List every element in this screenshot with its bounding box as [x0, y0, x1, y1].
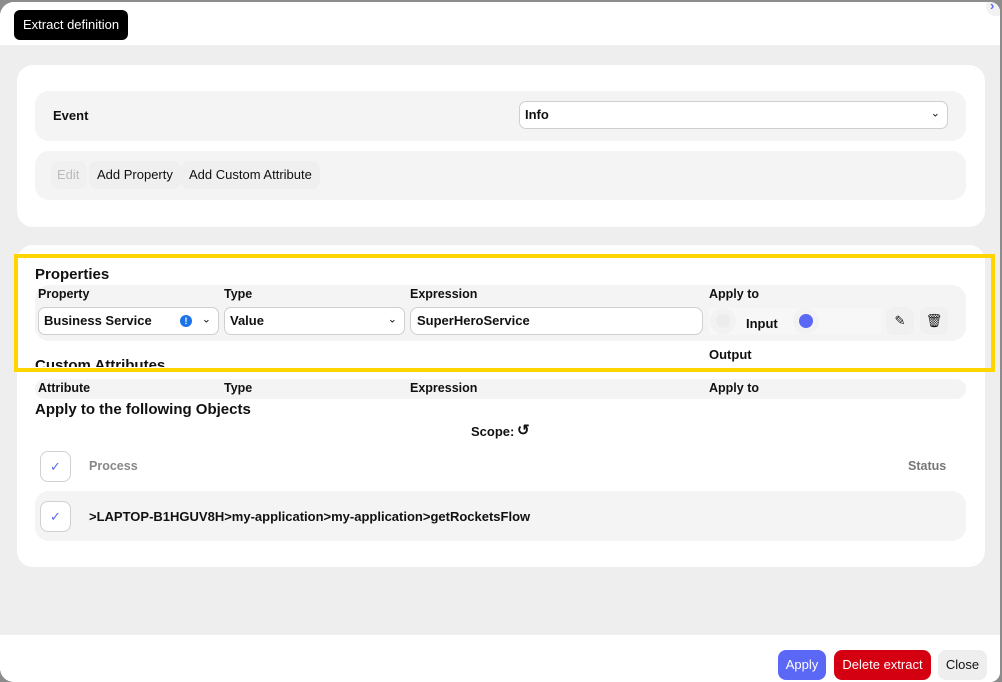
object-row: ✓ >LAPTOP-B1HGUV8H>my-application>my-app…	[35, 491, 966, 541]
chevron-down-icon: ⌄	[387, 313, 397, 326]
chevron-down-icon: ⌄	[930, 107, 940, 120]
radio-input[interactable]	[793, 308, 819, 334]
delete-extract-button[interactable]: Delete extract	[834, 650, 931, 680]
add-property-button[interactable]: Add Property	[89, 161, 181, 189]
col-apply-to: Apply to	[709, 287, 759, 301]
property-select[interactable]: Business Service ! ⌄	[38, 307, 219, 335]
event-label: Event	[53, 108, 89, 123]
select-all-checkbox[interactable]: ✓	[40, 451, 71, 482]
custom-attributes-header: Attribute Type Expression Apply to	[35, 379, 966, 399]
col-expression: Expression	[410, 287, 478, 301]
event-select[interactable]: Info ⌄	[519, 101, 948, 129]
type-select-value: Value	[230, 313, 264, 328]
custom-attributes-title: Custom Attributes	[35, 357, 166, 367]
col-property: Property	[38, 287, 90, 301]
col-type: Type	[224, 381, 253, 395]
properties-table: Property Type Expression Apply to Busine…	[35, 285, 966, 365]
scope-label: Scope:	[471, 424, 515, 439]
col-apply-to: Apply to	[709, 381, 759, 395]
trash-icon[interactable]: 🗑	[920, 307, 948, 335]
dialog-header: Extract definition ›	[0, 2, 1000, 45]
property-select-value: Business Service	[44, 313, 152, 328]
dialog-title: Extract definition	[14, 10, 129, 40]
radio-dot	[716, 314, 730, 328]
col-status: Status	[908, 459, 947, 473]
close-button[interactable]: Close	[938, 650, 987, 680]
row-checkbox[interactable]: ✓	[40, 501, 71, 532]
extract-definition-dialog: Extract definition › Event Info ⌄ Edit A…	[0, 2, 1000, 682]
refresh-scope-icon[interactable]: ↺	[517, 421, 530, 439]
edit-button[interactable]: Edit	[51, 161, 87, 189]
property-toolbar: Edit Add Property Add Custom Attribute	[35, 151, 966, 200]
add-custom-attribute-button[interactable]: Add Custom Attribute	[181, 161, 320, 189]
col-process: Process	[89, 459, 138, 473]
expression-input[interactable]: SuperHeroService	[410, 307, 703, 335]
dialog-body: Event Info ⌄ Edit Add Property Add Custo…	[0, 45, 1000, 635]
col-type: Type	[224, 287, 253, 301]
properties-title: Properties	[35, 266, 110, 283]
radio-output[interactable]	[710, 308, 736, 334]
event-row: Event Info ⌄	[35, 91, 966, 141]
type-select[interactable]: Value ⌄	[224, 307, 405, 335]
collapse-chevron-icon[interactable]: ›	[986, 2, 1000, 16]
objects-title: Apply to the following Objects	[35, 401, 251, 418]
info-icon[interactable]: !	[180, 315, 192, 327]
edit-pencil-icon[interactable]: ✎	[886, 307, 914, 335]
definition-card: Properties Property Type Expression Appl…	[17, 245, 985, 567]
radio-dot-selected	[799, 314, 813, 328]
radio-input-label: Input	[746, 316, 778, 331]
chevron-down-icon: ⌄	[201, 313, 211, 326]
event-select-value: Info	[525, 107, 549, 122]
apply-button[interactable]: Apply	[778, 650, 826, 680]
col-attribute: Attribute	[38, 381, 91, 395]
radio-output-label: Output	[709, 347, 752, 362]
col-expression: Expression	[410, 381, 478, 395]
event-card: Event Info ⌄ Edit Add Property Add Custo…	[17, 65, 985, 227]
process-path: >LAPTOP-B1HGUV8H>my-application>my-appli…	[89, 509, 531, 524]
dialog-footer: Apply Delete extract Close	[0, 635, 1000, 682]
